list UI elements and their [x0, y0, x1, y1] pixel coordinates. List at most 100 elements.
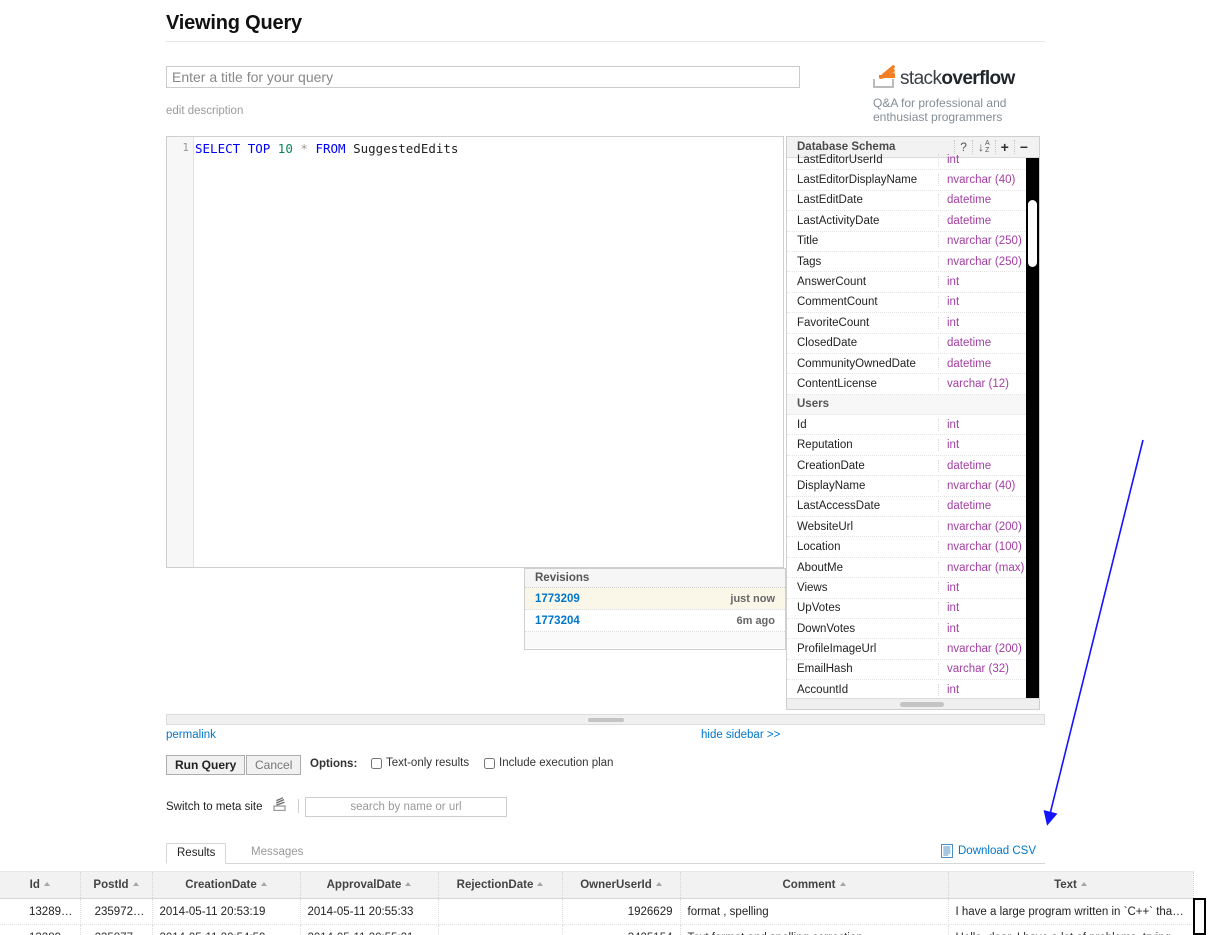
- query-title-input[interactable]: [166, 66, 800, 88]
- column-header-rejectiondate[interactable]: RejectionDate: [438, 871, 563, 899]
- schema-column-name: EmailHash: [787, 663, 939, 676]
- results-vertical-scrollbar[interactable]: [1193, 898, 1206, 935]
- sort-ascending-icon[interactable]: [132, 882, 139, 886]
- logo-stack-text: stack: [900, 68, 942, 89]
- text-only-results-option[interactable]: Text-only results: [371, 757, 469, 769]
- column-header-approvaldate[interactable]: ApprovalDate: [300, 871, 439, 899]
- text-only-results-checkbox[interactable]: [371, 757, 382, 769]
- sort-ascending-icon[interactable]: [537, 882, 544, 886]
- schema-column-name: CreationDate: [787, 459, 939, 472]
- schema-column-row[interactable]: CommunityOwnedDate datetime: [787, 354, 1039, 375]
- schema-column-row[interactable]: AboutMe nvarchar (max): [787, 558, 1039, 579]
- schema-column-type: int: [947, 622, 960, 635]
- schema-horizontal-scrollbar[interactable]: [787, 698, 1039, 709]
- schema-hscrollbar-thumb[interactable]: [900, 702, 944, 707]
- schema-column-row[interactable]: Tags nvarchar (250): [787, 252, 1039, 273]
- schema-column-row[interactable]: EmailHash varchar (32): [787, 660, 1039, 681]
- column-header-comment[interactable]: Comment: [680, 871, 949, 899]
- schema-column-row[interactable]: Location nvarchar (100): [787, 537, 1039, 558]
- download-csv-label: Download CSV: [958, 845, 1036, 857]
- run-query-button[interactable]: Run Query: [166, 755, 246, 775]
- edit-description-link[interactable]: edit description: [166, 105, 243, 117]
- schema-column-row[interactable]: FavoriteCount int: [787, 313, 1039, 334]
- column-header-postid[interactable]: PostId: [80, 871, 153, 899]
- column-header-owneruserid[interactable]: OwnerUserId: [562, 871, 681, 899]
- schema-column-row[interactable]: ProfileImageUrl nvarchar (200): [787, 639, 1039, 660]
- sort-ascending-icon[interactable]: [43, 882, 50, 886]
- schema-column-row[interactable]: CommentCount int: [787, 293, 1039, 314]
- schema-column-row[interactable]: Reputation int: [787, 435, 1039, 456]
- schema-column-row[interactable]: CreationDate datetime: [787, 456, 1039, 477]
- include-execution-plan-checkbox[interactable]: [484, 757, 495, 769]
- schema-column-type: datetime: [947, 459, 992, 472]
- schema-column-row[interactable]: LastEditDate datetime: [787, 191, 1039, 212]
- schema-column-row[interactable]: ContentLicense varchar (12): [787, 374, 1039, 395]
- table-row[interactable]: 13289… 235972… 2014-05-11 20:53:19 2014-05-…: [0, 898, 1194, 925]
- schema-column-row[interactable]: DisplayName nvarchar (40): [787, 476, 1039, 497]
- revision-row[interactable]: 1773209 just now: [525, 588, 785, 610]
- tab-results[interactable]: Results: [166, 843, 227, 864]
- sort-ascending-icon[interactable]: [655, 882, 662, 886]
- schema-column-row[interactable]: LastEditorDisplayName nvarchar (40): [787, 170, 1039, 191]
- include-execution-plan-option[interactable]: Include execution plan: [484, 757, 613, 769]
- column-header-label: ApprovalDate: [326, 879, 402, 891]
- meta-stack-icon[interactable]: [273, 797, 287, 811]
- csv-file-icon: [941, 844, 953, 858]
- table-row[interactable]: 13289…235877…2014-05-11 20:54:592014-05-…: [0, 924, 1194, 935]
- sort-ascending-icon[interactable]: [839, 882, 846, 886]
- download-csv-link[interactable]: Download CSV: [941, 844, 1036, 858]
- schema-column-row[interactable]: ClosedDate datetime: [787, 334, 1039, 354]
- schema-column-row[interactable]: LastEditorUserId int: [787, 150, 1039, 171]
- editor-resize-splitter[interactable]: [166, 714, 1045, 725]
- schema-column-row[interactable]: DownVotes int: [787, 619, 1039, 640]
- revision-row[interactable]: 1773204 6m ago: [525, 610, 785, 632]
- sort-ascending-icon[interactable]: [1080, 882, 1087, 886]
- schema-vertical-scrollbar[interactable]: [1026, 158, 1039, 700]
- permalink-link[interactable]: permalink: [166, 729, 216, 741]
- meta-site-search-input[interactable]: [305, 797, 507, 817]
- column-header-id[interactable]: Id: [0, 871, 81, 899]
- include-execution-plan-label[interactable]: Include execution plan: [499, 757, 613, 769]
- sql-code-line[interactable]: SELECT TOP 10 * FROM SuggestedEdits: [195, 141, 783, 156]
- cell-approvaldate: 2014-05-11 20:55:33: [300, 898, 439, 925]
- sort-ascending-icon[interactable]: [405, 882, 412, 886]
- schema-column-row[interactable]: Title nvarchar (250): [787, 232, 1039, 252]
- meta-divider: [298, 799, 299, 813]
- token-limit: 10: [277, 141, 293, 156]
- site-tagline: Q&A for professional and enthusiast prog…: [873, 96, 1007, 124]
- schema-column-row[interactable]: Id int: [787, 415, 1039, 436]
- schema-column-name: CommentCount: [787, 296, 939, 309]
- schema-scrollbar-thumb[interactable]: [1028, 200, 1037, 267]
- revision-id-link[interactable]: 1773209: [535, 593, 580, 605]
- column-header-text[interactable]: Text: [948, 871, 1194, 899]
- revision-id-link[interactable]: 1773204: [535, 615, 580, 627]
- revisions-header: Revisions: [525, 569, 785, 588]
- column-header-label: Comment: [782, 879, 836, 891]
- options-label: Options:: [310, 758, 358, 770]
- cancel-button[interactable]: Cancel: [246, 755, 302, 775]
- column-header-label: Text: [1054, 879, 1077, 891]
- sql-editor[interactable]: 1 SELECT TOP 10 * FROM SuggestedEdits: [166, 136, 784, 568]
- schema-column-list[interactable]: LastEditorUserId int LastEditorDisplayName…: [787, 150, 1039, 703]
- cell-postid: 235877…: [80, 924, 153, 935]
- hide-sidebar-link[interactable]: hide sidebar >>: [701, 729, 780, 741]
- schema-column-row[interactable]: Views int: [787, 578, 1039, 599]
- column-header-creationdate[interactable]: CreationDate: [152, 871, 301, 899]
- schema-column-row[interactable]: LastAccessDate datetime: [787, 497, 1039, 518]
- schema-column-row[interactable]: UpVotes int: [787, 599, 1039, 619]
- cell-rejectiondate: [438, 924, 563, 935]
- column-header-label: OwnerUserId: [580, 879, 652, 891]
- tab-messages[interactable]: Messages: [241, 843, 313, 864]
- token-star: *: [300, 141, 308, 156]
- schema-column-type: int: [947, 439, 960, 452]
- schema-column-row[interactable]: LastActivityDate datetime: [787, 211, 1039, 232]
- splitter-grip: [587, 718, 624, 722]
- schema-table-row[interactable]: Users: [787, 394, 1039, 416]
- results-grid[interactable]: Id PostId CreationDate ApprovalDate Rejectio…: [0, 871, 1208, 935]
- schema-column-row[interactable]: WebsiteUrl nvarchar (200): [787, 517, 1039, 538]
- schema-column-row[interactable]: AnswerCount int: [787, 272, 1039, 293]
- sort-ascending-icon[interactable]: [260, 882, 267, 886]
- schema-column-type: varchar (12): [947, 377, 1009, 390]
- cell-postid: 235972…: [80, 898, 153, 925]
- text-only-results-label[interactable]: Text-only results: [386, 757, 469, 769]
